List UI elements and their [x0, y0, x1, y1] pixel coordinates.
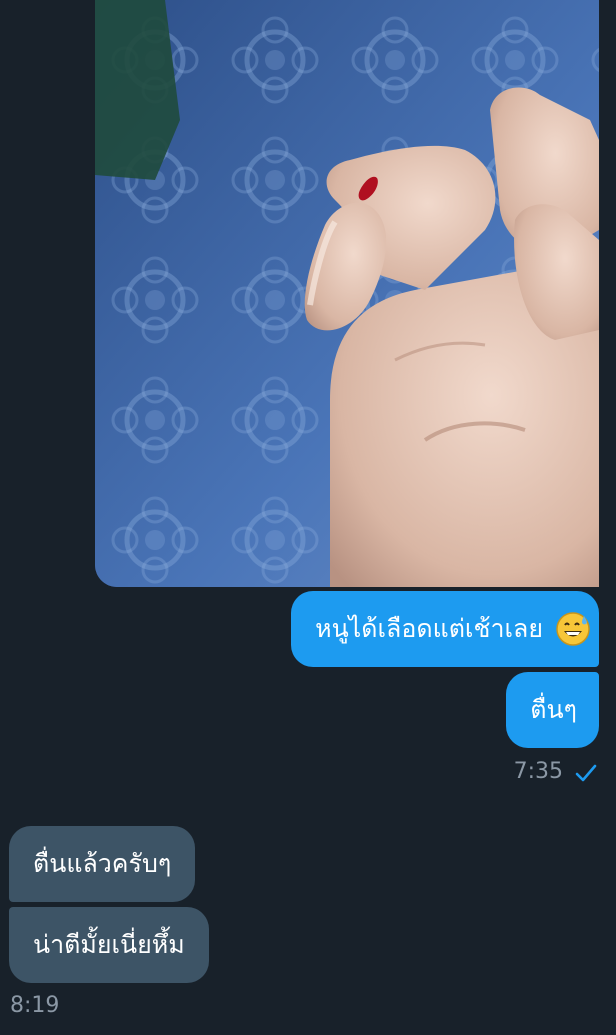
incoming-message-bubble[interactable]: ตื่นแล้วครับๆ	[9, 826, 196, 902]
grinning-face-with-sweat-emoji	[556, 612, 590, 646]
message-text: ตื่นแล้วครับๆ	[33, 849, 172, 878]
message-text: ตื่นๆ	[530, 695, 577, 724]
chat-conversation: หนูได้เลือดแต่เช้าเลย ตื่นๆ 7:35 ตื่นแล้…	[0, 0, 616, 1035]
outgoing-message-bubble[interactable]: ตื่นๆ	[506, 672, 599, 748]
incoming-message-bubble[interactable]: น่าตีมั้ยเนี่ยหึ้ม	[9, 907, 209, 983]
check-icon	[575, 764, 597, 782]
message-text: น่าตีมั้ยเนี่ยหึ้ม	[33, 930, 185, 959]
hand-with-bleeding-finger-photo	[95, 0, 599, 587]
incoming-timestamp: 8:19	[10, 993, 60, 1018]
message-text: หนูได้เลือดแต่เช้าเลย	[315, 614, 543, 643]
outgoing-timestamp: 7:35	[513, 759, 563, 784]
outgoing-message-bubble[interactable]: หนูได้เลือดแต่เช้าเลย	[291, 591, 599, 667]
photo-message[interactable]	[95, 0, 599, 587]
